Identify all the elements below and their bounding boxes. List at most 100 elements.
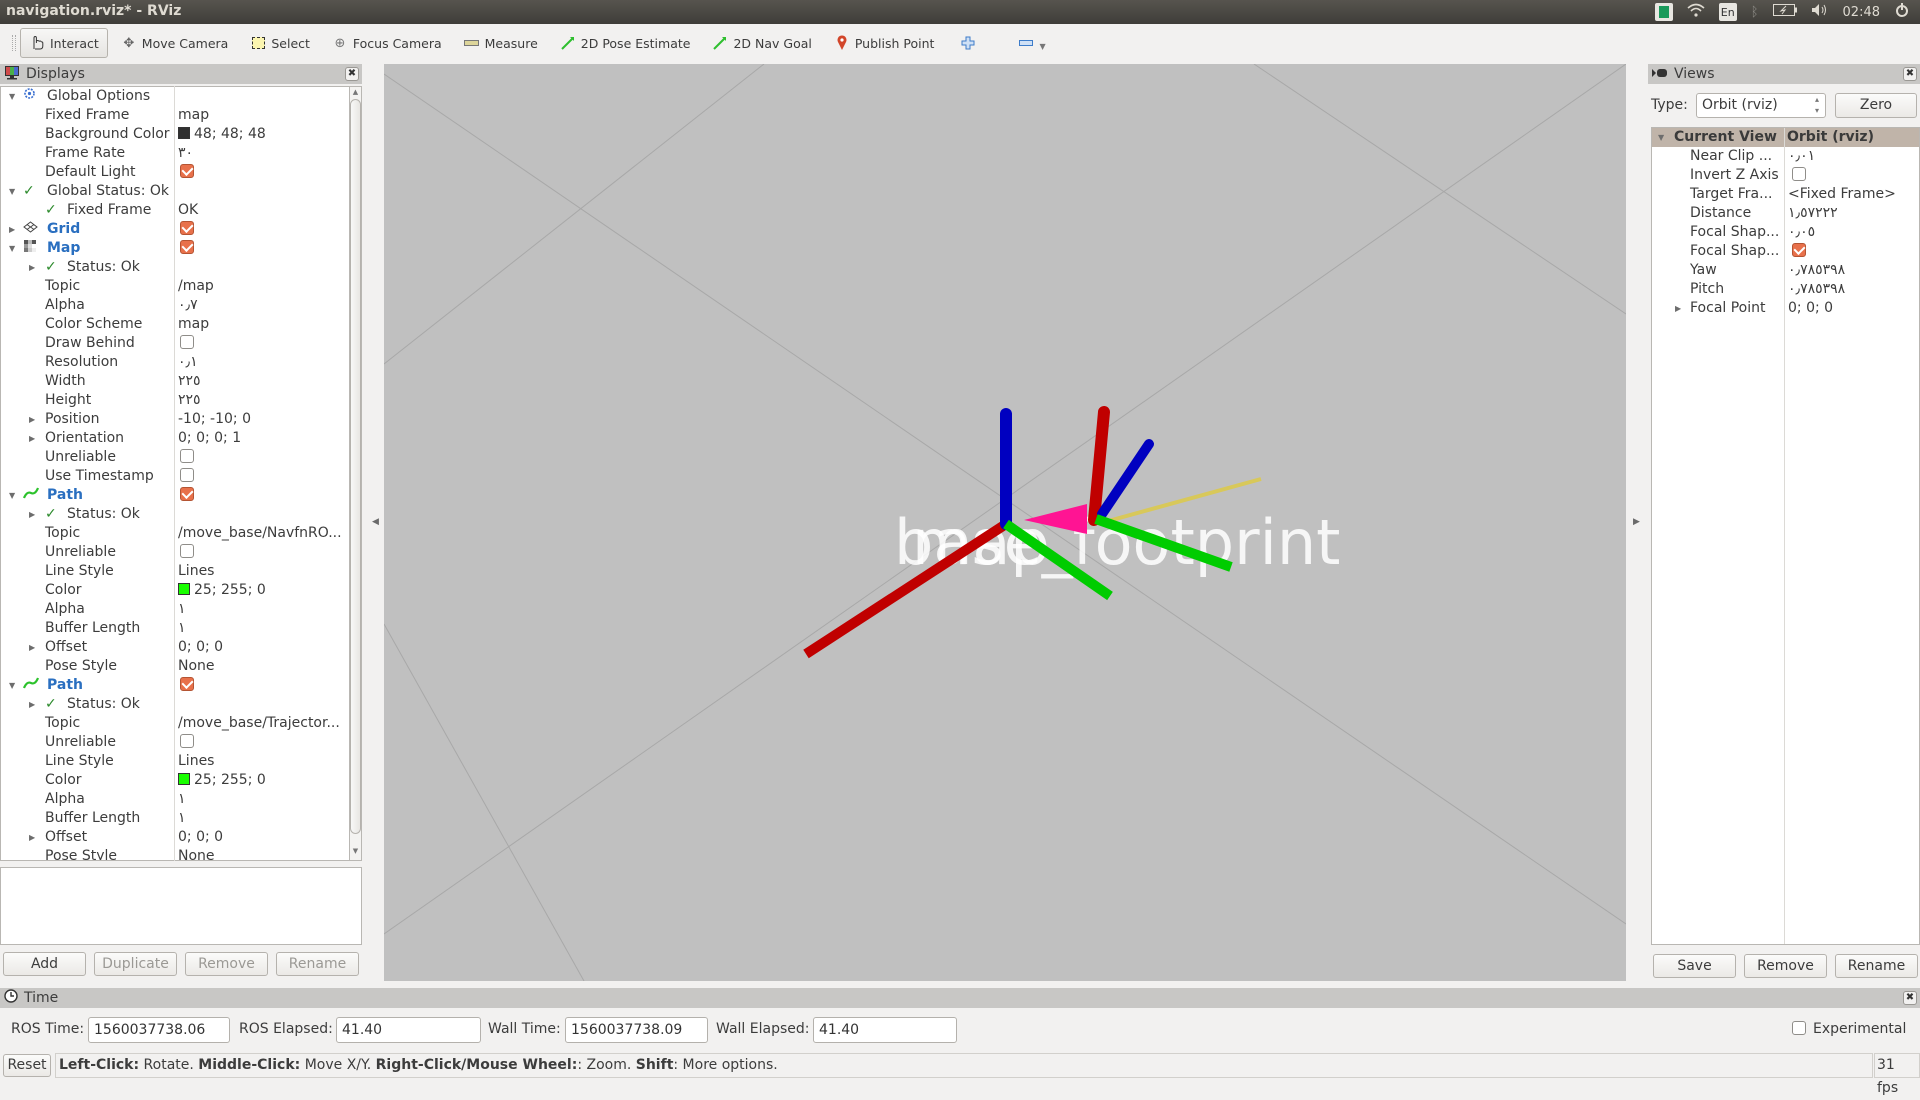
display-tree-row[interactable]: Line Style Lines <box>1 562 349 581</box>
view-property-row[interactable]: Pitch ٠٫٧٨٥٣٩٨ <box>1652 280 1919 299</box>
display-tree-row[interactable]: Topic/move_base/NavfnRO... <box>1 524 349 543</box>
power-gear-icon[interactable] <box>1894 2 1910 22</box>
save-view-button[interactable]: Save <box>1653 954 1736 978</box>
display-tree-row[interactable]: Alpha ١ <box>1 790 349 809</box>
expand-closed-icon[interactable]: ▶ <box>29 410 41 429</box>
ros-time-field[interactable]: 1560037738.06 <box>88 1017 230 1043</box>
expand-closed-icon[interactable]: ▶ <box>29 258 41 277</box>
expand-open-icon[interactable]: ▼ <box>9 676 21 695</box>
checkbox[interactable] <box>180 164 194 178</box>
display-property-value[interactable]: 25; 255; 0 <box>178 581 346 600</box>
tool-select[interactable]: Select <box>241 28 319 58</box>
display-property-checkbox[interactable] <box>180 334 194 353</box>
checkbox[interactable] <box>1792 167 1806 181</box>
display-property-value[interactable]: /move_base/Trajector... <box>178 714 346 733</box>
display-tree-row[interactable]: Height ٢٢٥ <box>1 391 349 410</box>
checkbox[interactable] <box>180 449 194 463</box>
display-tree-row[interactable]: ▼ Path <box>1 676 349 695</box>
display-property-value[interactable]: ١ <box>178 790 346 809</box>
3d-render-view[interactable]: base_footprint map <box>384 64 1626 981</box>
display-tree-row[interactable]: Color 25; 255; 0 <box>1 771 349 790</box>
display-tree-row[interactable]: ▶ Offset 0; 0; 0 <box>1 638 349 657</box>
display-property-value[interactable]: None <box>178 847 346 860</box>
expand-closed-icon[interactable]: ▶ <box>29 828 41 847</box>
checkbox[interactable] <box>180 677 194 691</box>
wifi-icon[interactable] <box>1687 3 1705 21</box>
close-icon[interactable]: ✖ <box>345 67 359 81</box>
display-tree-row[interactable]: Unreliable <box>1 543 349 562</box>
display-tree-row[interactable]: Topic/move_base/Trajector... <box>1 714 349 733</box>
display-tree-row[interactable]: Alpha ١ <box>1 600 349 619</box>
view-property-value[interactable]: ٠٫٧٨٥٣٩٨ <box>1788 280 1918 299</box>
view-property-value[interactable]: ١٫٥٧٢٢٢ <box>1788 204 1918 223</box>
display-tree-row[interactable]: Default Light <box>1 163 349 182</box>
display-property-value[interactable]: /map <box>178 277 346 296</box>
display-tree-row[interactable]: Resolution ٠٫١ <box>1 353 349 372</box>
view-property-value[interactable]: ٠٫٧٨٥٣٩٨ <box>1788 261 1918 280</box>
toolbar-grip[interactable] <box>12 35 16 51</box>
display-tree-row[interactable]: Use Timestamp <box>1 467 349 486</box>
remove-view-button[interactable]: Remove <box>1744 954 1827 978</box>
view-property-row[interactable]: Distance ١٫٥٧٢٢٢ <box>1652 204 1919 223</box>
display-tree-row[interactable]: ▶ ✓ Status: Ok <box>1 695 349 714</box>
display-property-value[interactable]: 48; 48; 48 <box>178 125 346 144</box>
expand-closed-icon[interactable]: ▶ <box>9 220 21 239</box>
display-property-value[interactable]: 25; 255; 0 <box>178 771 346 790</box>
view-property-value[interactable]: <Fixed Frame> <box>1788 185 1918 204</box>
experimental-checkbox[interactable] <box>1792 1021 1806 1035</box>
display-property-value[interactable]: ٢٢٥ <box>178 391 346 410</box>
display-tree-row[interactable]: ▼ Path <box>1 486 349 505</box>
checkbox[interactable] <box>180 240 194 254</box>
view-property-row[interactable]: Focal Shap... ٠٫٠٥ <box>1652 223 1919 242</box>
tool-measure[interactable]: Measure <box>455 28 547 58</box>
display-tree-row[interactable]: Fixed Frame map <box>1 106 349 125</box>
display-property-value[interactable]: ١ <box>178 600 346 619</box>
display-property-checkbox[interactable] <box>180 733 194 752</box>
remove-display-button[interactable]: Remove <box>185 952 268 976</box>
display-tree-row[interactable]: ▶ Orientation 0; 0; 0; 1 <box>1 429 349 448</box>
display-tree-row[interactable]: Line Style Lines <box>1 752 349 771</box>
display-property-checkbox[interactable] <box>180 486 194 505</box>
clock[interactable]: 02:48 <box>1843 5 1880 20</box>
tool-focus-camera[interactable]: ⊕ Focus Camera <box>323 28 451 58</box>
display-tree-row[interactable]: Unreliable <box>1 448 349 467</box>
checkbox[interactable] <box>180 335 194 349</box>
view-property-row[interactable]: Target Fra... <Fixed Frame> <box>1652 185 1919 204</box>
expand-open-icon[interactable]: ▼ <box>9 486 21 505</box>
display-property-value[interactable]: Lines <box>178 752 346 771</box>
checkbox[interactable] <box>180 221 194 235</box>
collapse-right-panel-icon[interactable]: ▶ <box>1633 517 1640 527</box>
wall-time-field[interactable]: 1560037738.09 <box>565 1017 708 1043</box>
display-property-value[interactable]: 0; 0; 0 <box>178 638 346 657</box>
display-property-checkbox[interactable] <box>180 220 194 239</box>
wall-elapsed-field[interactable]: 41.40 <box>813 1017 957 1043</box>
expand-closed-icon[interactable]: ▶ <box>29 429 41 448</box>
bluetooth-icon[interactable]: ᛒ <box>1751 5 1759 20</box>
tool-2d-pose-estimate[interactable]: 2D Pose Estimate <box>551 28 700 58</box>
add-tool-button[interactable] <box>951 28 985 58</box>
views-column-divider[interactable] <box>1784 128 1785 944</box>
displays-scrollbar-thumb[interactable] <box>350 99 361 834</box>
expand-open-icon[interactable]: ▼ <box>1658 128 1670 147</box>
display-property-checkbox[interactable] <box>180 467 194 486</box>
view-property-row[interactable]: ▶ Focal Point 0; 0; 0 <box>1652 299 1919 318</box>
current-view-header-row[interactable]: ▼ Current View Orbit (rviz) <box>1652 128 1919 147</box>
display-tree-row[interactable]: ▼ Global Options <box>1 87 349 106</box>
display-tree-row[interactable]: Color 25; 255; 0 <box>1 581 349 600</box>
close-icon[interactable]: ✖ <box>1903 991 1917 1005</box>
battery-icon[interactable] <box>1772 4 1797 20</box>
display-tree-row[interactable]: Color Scheme map <box>1 315 349 334</box>
displays-column-divider[interactable] <box>174 86 175 861</box>
display-tree-row[interactable]: ▶ Offset 0; 0; 0 <box>1 828 349 847</box>
duplicate-display-button[interactable]: Duplicate <box>94 952 177 976</box>
checkbox[interactable] <box>180 734 194 748</box>
display-property-value[interactable]: ١ <box>178 619 346 638</box>
display-property-value[interactable]: ١ <box>178 809 346 828</box>
display-tree-row[interactable]: Draw Behind <box>1 334 349 353</box>
keyboard-layout-indicator[interactable]: En <box>1718 3 1737 21</box>
view-property-value[interactable]: ٠٫٠٥ <box>1788 223 1918 242</box>
display-tree-row[interactable]: Frame Rate ٣٠ <box>1 144 349 163</box>
expand-closed-icon[interactable]: ▶ <box>29 638 41 657</box>
app-indicator-icon[interactable] <box>1654 3 1673 21</box>
color-swatch[interactable] <box>178 583 190 595</box>
